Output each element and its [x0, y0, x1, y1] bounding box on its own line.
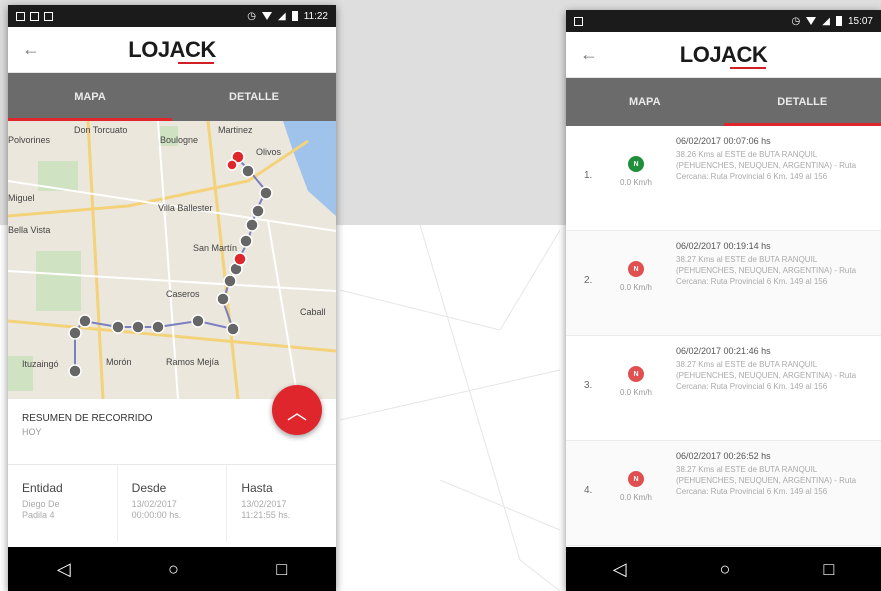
- android-nav-bar: ◁ ○ □: [8, 547, 336, 591]
- map-label: Boulogne: [160, 135, 199, 145]
- recents-icon[interactable]: □: [824, 559, 835, 580]
- map-label: Ramos Mejía: [166, 357, 220, 367]
- list-item[interactable]: 1. N 0.0 Km/h 06/02/2017 00:07:06 hs 38.26…: [566, 126, 881, 231]
- map-label: Don Torcuato: [74, 125, 128, 135]
- lojack-logo: LOJACK: [128, 36, 216, 64]
- list-item[interactable]: 4. N 0.0 Km/h 06/02/2017 00:26:52 hs 38.27…: [566, 441, 881, 546]
- map-label: Ituzaingó: [22, 359, 59, 369]
- tab-bar: MAPA DETALLE: [566, 78, 881, 126]
- back-arrow-icon[interactable]: ←: [580, 44, 598, 65]
- tab-detalle[interactable]: DETALLE: [723, 78, 881, 126]
- list-item[interactable]: 2. N 0.0 Km/h 06/02/2017 00:19:14 hs 38.27…: [566, 231, 881, 336]
- tab-bar: MAPA DETALLE: [8, 73, 336, 121]
- status-time: 15:07: [847, 15, 873, 27]
- map-label: Caball: [300, 307, 326, 317]
- recents-icon[interactable]: □: [276, 559, 287, 580]
- map-label: Olivos: [256, 147, 282, 157]
- battery-icon: [835, 16, 842, 26]
- column-entidad: Entidad Diego De Padila 4: [8, 465, 118, 541]
- back-icon[interactable]: ◁: [57, 559, 71, 580]
- map-label: Polvorines: [8, 135, 51, 145]
- status-dot-icon: N: [628, 156, 644, 172]
- status-time: 11:22: [303, 10, 328, 22]
- image-icon: [574, 16, 583, 26]
- map-label: Miguel: [8, 193, 35, 203]
- tab-mapa[interactable]: MAPA: [8, 73, 172, 121]
- home-icon[interactable]: ○: [720, 559, 731, 580]
- status-bar: ◷ ◢ 11:22: [8, 5, 336, 27]
- app-bar: ← LOJACK: [566, 32, 881, 78]
- alarm-icon: ◷: [247, 10, 256, 22]
- phone-detail-screen: ◷ ◢ 15:07 ← LOJACK MAPA DETALLE 1. N 0.0 …: [566, 10, 881, 591]
- summary-subtitle: HOY: [22, 427, 42, 437]
- expand-fab-button[interactable]: ︿: [272, 385, 322, 435]
- back-icon[interactable]: ◁: [613, 559, 627, 580]
- status-dot-icon: N: [628, 261, 644, 277]
- status-dot-icon: N: [628, 471, 644, 487]
- event-list: 1. N 0.0 Km/h 06/02/2017 00:07:06 hs 38.26…: [566, 126, 881, 546]
- map-label: Caseros: [166, 289, 200, 299]
- map-label: Villa Ballester: [158, 203, 213, 213]
- android-nav-bar: ◁ ○ □: [566, 547, 881, 591]
- back-arrow-icon[interactable]: ←: [22, 39, 40, 60]
- signal-icon: ◢: [822, 15, 830, 27]
- alarm-icon: ◷: [791, 15, 801, 27]
- message-icon: [44, 11, 53, 21]
- column-desde: Desde 13/02/2017 00:00:00 hs.: [118, 465, 228, 541]
- summary-columns: Entidad Diego De Padila 4 Desde 13/02/20…: [8, 465, 336, 541]
- chevron-up-icon: ︿: [287, 401, 307, 424]
- map-label: San Martín: [193, 243, 238, 253]
- tab-detalle[interactable]: DETALLE: [172, 73, 336, 121]
- gallery-icon: [16, 11, 25, 21]
- route-map[interactable]: Don Torcuato Martinez Boulogne Olivos Po…: [8, 121, 336, 399]
- lojack-logo: LOJACK: [679, 41, 768, 69]
- column-hasta: Hasta 13/02/2017 11:21:55 hs.: [241, 481, 291, 520]
- signal-icon: ◢: [278, 10, 286, 22]
- app-bar: ← LOJACK: [8, 27, 336, 73]
- battery-icon: [291, 11, 298, 21]
- image-icon: [30, 11, 39, 21]
- status-dot-icon: N: [628, 366, 644, 382]
- list-item[interactable]: 3. N 0.0 Km/h 06/02/2017 00:21:46 hs 38.27…: [566, 336, 881, 441]
- map-label: Morón: [106, 357, 132, 367]
- phone-map-screen: ◷ ◢ 11:22 ← LOJACK MAPA DETALLE Don Torc…: [8, 5, 336, 591]
- map-label: Martinez: [218, 125, 253, 135]
- tab-mapa[interactable]: MAPA: [566, 78, 724, 126]
- status-bar: ◷ ◢ 15:07: [566, 10, 881, 32]
- wifi-icon: [806, 17, 817, 25]
- home-icon[interactable]: ○: [168, 559, 179, 580]
- map-label: Bella Vista: [8, 225, 51, 235]
- wifi-icon: [262, 12, 272, 20]
